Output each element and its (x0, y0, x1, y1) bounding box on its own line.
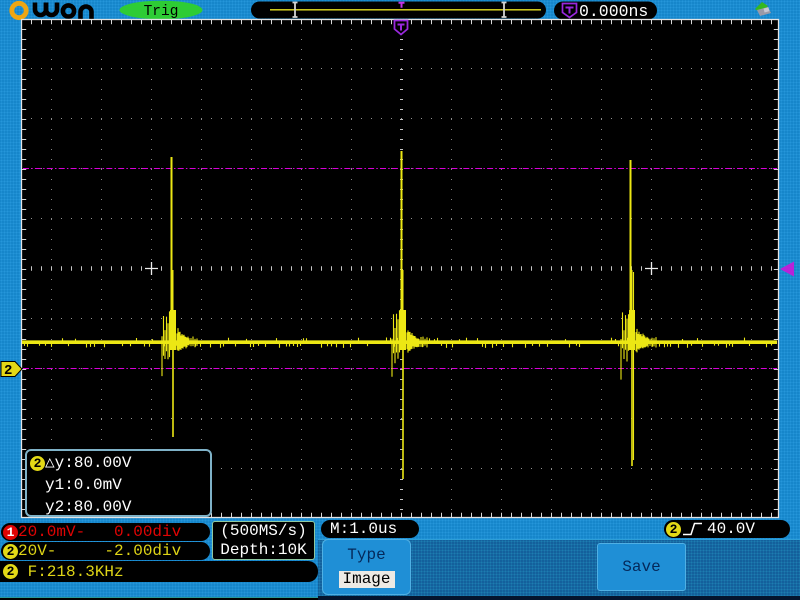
svg-text:Trig: Trig (144, 4, 179, 20)
svg-text:2: 2 (4, 363, 12, 379)
svg-text:0.000ns: 0.000ns (579, 2, 648, 21)
